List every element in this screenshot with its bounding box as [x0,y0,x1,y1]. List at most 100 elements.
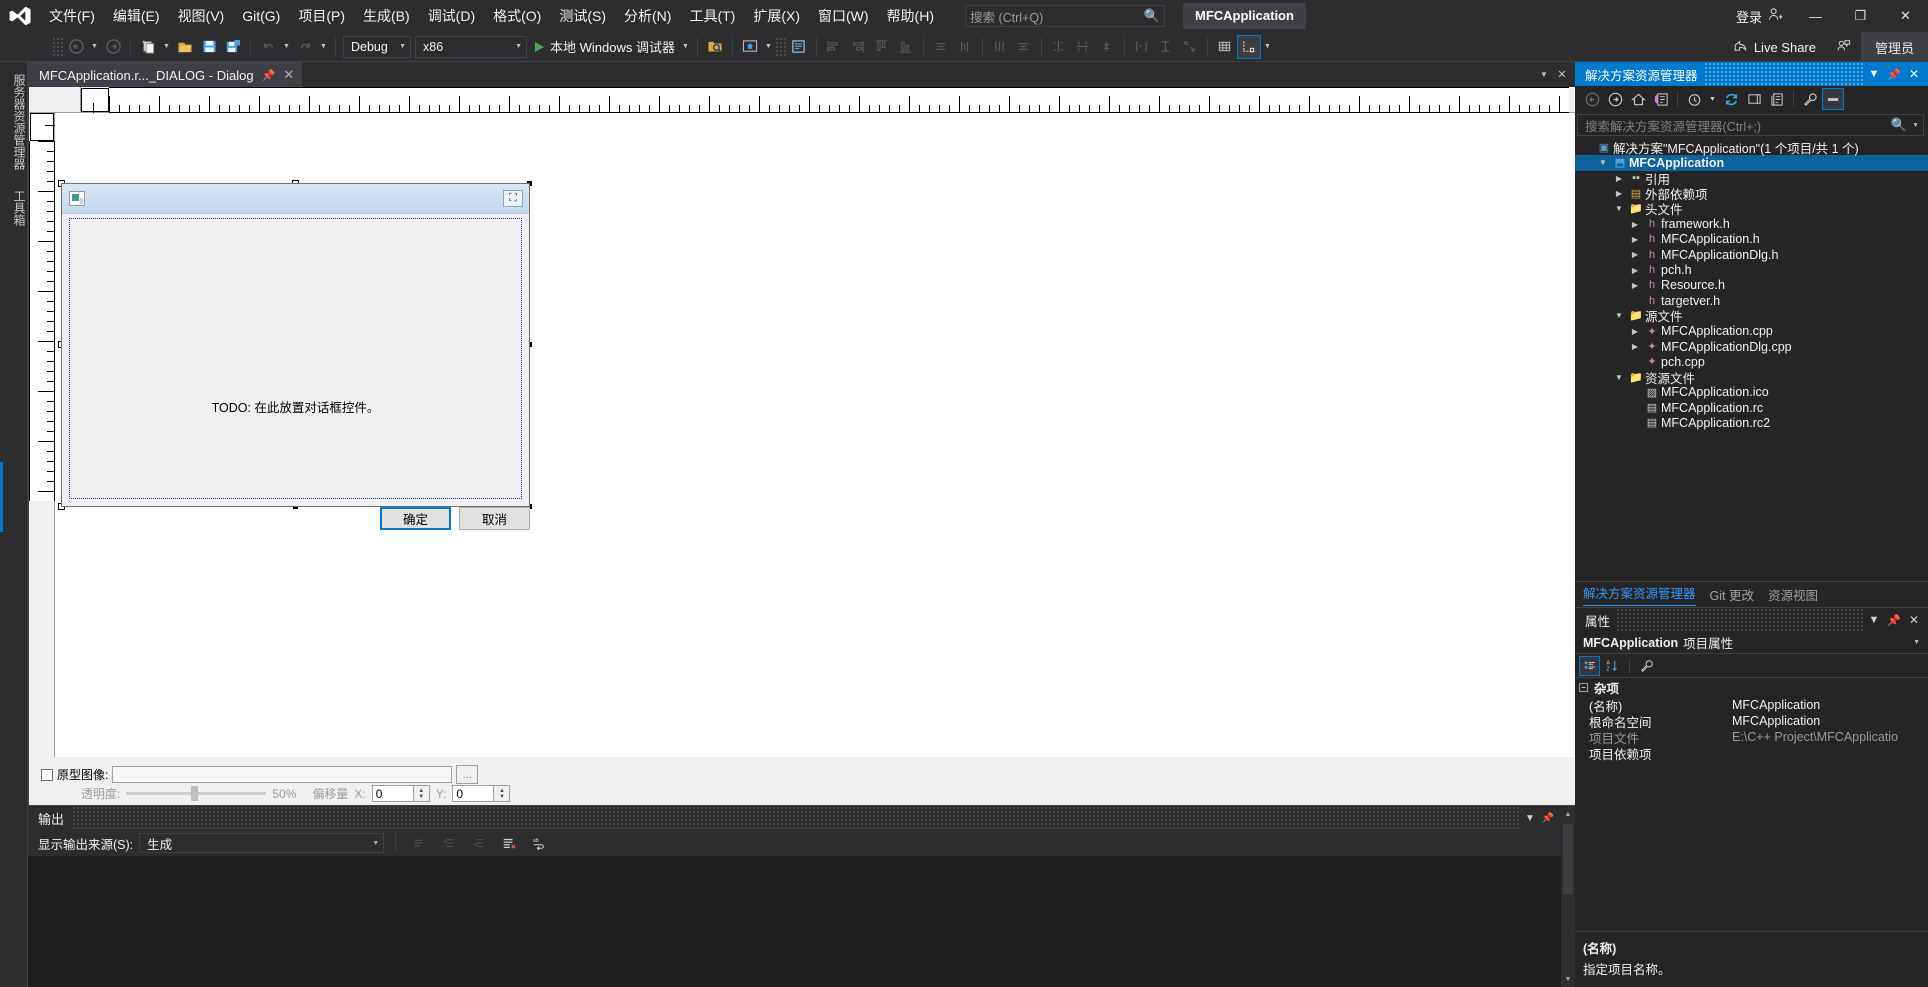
tree-item[interactable]: ▼ 📁 源文件 [1575,308,1928,324]
tree-item[interactable]: ▶ h Resource.h [1575,278,1928,293]
center-vertically-icon[interactable] [1071,35,1095,59]
live-share-button[interactable]: Live Share [1723,32,1826,62]
menu-item-project[interactable]: 项目(P) [289,0,354,32]
offset-x-input[interactable]: 0 [371,785,414,802]
output-text-area[interactable] [28,856,1575,987]
tree-item[interactable]: ✦ pch.cpp [1575,354,1928,369]
feedback-button[interactable] [1826,32,1861,62]
offset-x-stepper[interactable]: 0 ▲ ▼ [371,785,430,802]
global-search-input[interactable]: 搜索 (Ctrl+Q) 🔍 [965,5,1165,27]
active-files-dropdown-icon[interactable]: ▼ [1535,62,1553,87]
close-icon[interactable]: ✕ [283,67,294,83]
tree-item[interactable]: ▼ ⬒ MFCApplication [1575,155,1928,171]
tree-item[interactable]: ▶ ▪▪ 引用 [1575,171,1928,187]
properties-dropdown-icon[interactable]: ▼ [1864,608,1884,632]
redo-dropdown-icon[interactable]: ▼ [317,35,330,59]
solution-explorer-search-input[interactable]: 搜索解决方案资源管理器(Ctrl+;) 🔍 ▼ [1577,114,1924,136]
menu-item-view[interactable]: 视图(V) [169,0,234,32]
expander-collapsed-icon[interactable]: ▶ [1627,235,1643,244]
preview-selected-items-icon[interactable] [1822,88,1844,110]
expander-expanded-icon[interactable]: ▼ [1595,158,1611,167]
chevron-down-icon[interactable]: ▼ [1913,639,1928,646]
menu-item-test[interactable]: 测试(S) [550,0,615,32]
undo-icon[interactable] [256,35,280,59]
properties-category-misc[interactable]: − 杂项 [1575,678,1928,697]
redo-icon[interactable] [293,35,317,59]
collapse-icon[interactable]: − [1579,683,1588,692]
align-bottoms-icon[interactable] [894,35,918,59]
property-value[interactable]: MFCApplication [1730,698,1928,712]
new-project-dropdown-icon[interactable]: ▼ [160,35,173,59]
close-button[interactable]: ✕ [1883,0,1928,32]
opacity-slider-thumb[interactable] [191,786,199,801]
offset-x-spin-buttons[interactable]: ▲ ▼ [413,785,430,802]
offset-y-spin-buttons[interactable]: ▲ ▼ [494,785,511,802]
menu-item-edit[interactable]: 编辑(E) [104,0,169,32]
alphabetical-view-icon[interactable]: AZ [1602,656,1623,676]
sidebar-item-server-explorer[interactable]: 服务器资源管理器 [0,66,28,178]
find-in-files-icon[interactable] [703,35,727,59]
show-all-files-icon[interactable] [1650,88,1672,110]
prototype-image-checkbox[interactable] [41,768,53,781]
make-same-size-icon[interactable] [988,35,1012,59]
output-panel-drag-dots[interactable] [72,806,1521,830]
tree-item[interactable]: ▶ h pch.h [1575,262,1928,277]
solution-configuration-combo[interactable]: Debug ▼ [343,35,411,58]
center-horizontally-icon[interactable] [1047,35,1071,59]
properties-grid[interactable]: (名称) MFCApplication 根命名空间 MFCApplication 项目文… [1575,697,1928,762]
dialog-ok-button[interactable]: 确定 [380,507,451,530]
open-file-icon[interactable] [173,35,197,59]
mfc-dialog-preview[interactable]: ⛶ TODO: 在此放置对话框控件。 确定 取消 [61,183,530,530]
collapse-all-icon[interactable] [1743,88,1765,110]
view-code-icon[interactable] [1766,88,1788,110]
tree-item[interactable]: ▤ MFCApplication.rc [1575,400,1928,415]
expander-expanded-icon[interactable]: ▼ [1611,204,1627,213]
ruler-origin-marker-vertical[interactable] [30,113,55,141]
tree-item[interactable]: ▶ h MFCApplicationDlg.h [1575,247,1928,262]
tab-order-icon[interactable] [1154,35,1178,59]
solution-explorer-dropdown-icon[interactable]: ▼ [1864,62,1884,86]
tree-item[interactable]: ▶ h MFCApplication.h [1575,232,1928,247]
opacity-slider[interactable] [126,786,267,801]
toolbar-grip[interactable] [52,36,64,57]
test-dialog-icon[interactable]: * [1130,35,1154,59]
properties-window-icon[interactable] [787,35,811,59]
property-pages-icon[interactable] [1636,656,1657,676]
tree-item[interactable]: h targetver.h [1575,293,1928,308]
filter-dropdown-icon[interactable]: ▼ [1706,87,1719,111]
navigate-forward-icon[interactable] [1604,88,1626,110]
tree-item[interactable]: ▼ 📁 资源文件 [1575,369,1928,386]
output-source-combo[interactable]: 生成 ▼ [139,833,385,853]
menu-item-help[interactable]: 帮助(H) [878,0,943,32]
dialog-client-area[interactable]: TODO: 在此放置对话框控件。 确定 取消 [69,218,530,530]
document-tab-dialog[interactable]: MFCApplication.r..._DIALOG - Dialog 📌 ✕ [28,62,303,87]
properties-icon[interactable] [1799,88,1821,110]
close-document-group-icon[interactable]: ✕ [1553,62,1571,87]
property-row[interactable]: 项目依赖项 [1575,745,1928,762]
start-debug-button[interactable]: 本地 Windows 调试器 [529,35,679,59]
prototype-image-path-input[interactable] [112,766,453,783]
offset-y-input[interactable]: 0 [452,785,495,802]
align-tops-icon[interactable] [870,35,894,59]
properties-drag-dots[interactable] [1616,608,1864,632]
project-chip[interactable]: MFCApplication [1183,3,1306,29]
layout-toolbar-grip[interactable] [774,36,787,57]
navigate-backward-icon[interactable] [1581,88,1603,110]
properties-object-selector[interactable]: MFCApplication 项目属性 ▼ [1575,632,1928,654]
horizontal-ruler[interactable] [81,87,1575,113]
output-previous-message-icon[interactable] [437,831,461,855]
pin-icon[interactable]: 📌 [1884,62,1904,86]
tree-item[interactable]: ▤ MFCApplication.rc2 [1575,415,1928,430]
toolbar-overflow-icon[interactable]: ▼ [1261,35,1274,59]
output-next-message-icon[interactable] [467,831,491,855]
size-to-content-icon[interactable] [1012,35,1036,59]
solution-platform-combo[interactable]: x86 ▼ [415,35,527,58]
make-same-width-icon[interactable] [929,35,953,59]
expander-collapsed-icon[interactable]: ▶ [1611,189,1627,198]
pin-icon[interactable]: 📌 [1884,608,1904,632]
expander-collapsed-icon[interactable]: ▶ [1627,342,1643,351]
start-debug-dropdown-icon[interactable]: ▼ [679,35,692,59]
expander-expanded-icon[interactable]: ▼ [1611,311,1627,320]
toggle-guides-icon[interactable] [1095,35,1119,59]
toggle-grid-icon[interactable] [1213,35,1237,59]
